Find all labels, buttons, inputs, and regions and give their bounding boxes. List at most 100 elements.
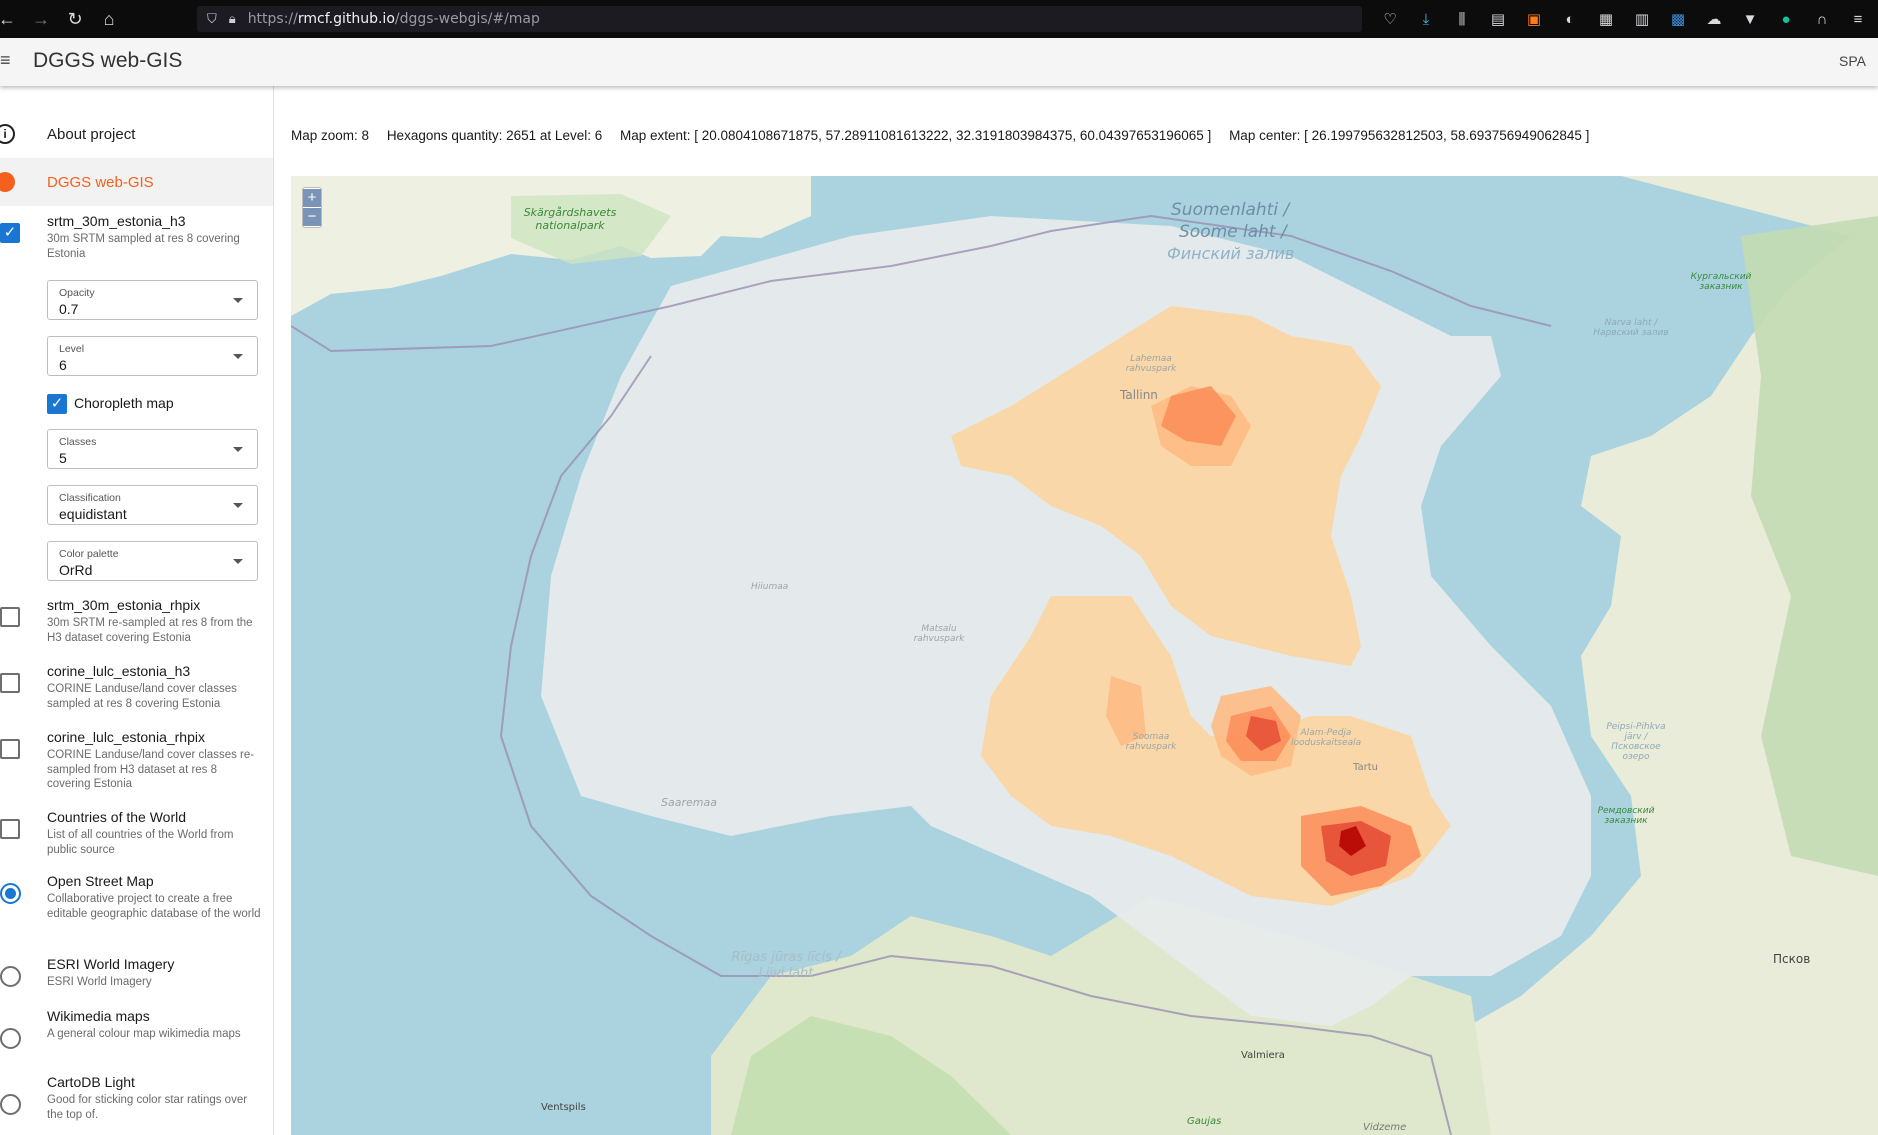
- map-info-bar: Map zoom: 8 Hexagons quantity: 2651 at L…: [291, 128, 1603, 143]
- library-icon[interactable]: ⫼: [1450, 7, 1474, 31]
- chevron-down-icon: [233, 354, 243, 359]
- pocket-icon[interactable]: ♡: [1378, 7, 1402, 31]
- basemap-radio-wikimedia[interactable]: [0, 1028, 21, 1049]
- extension-arch-icon[interactable]: ∩: [1810, 7, 1834, 31]
- download-icon[interactable]: ⤓: [1414, 7, 1438, 31]
- nav-dggs-webgis[interactable]: DGGS web-GIS: [0, 158, 273, 206]
- basemap-desc: ESRI World Imagery: [47, 976, 152, 988]
- layer-desc: List of all countries of the World from …: [47, 829, 234, 856]
- color-palette-label: Color palette: [59, 548, 119, 560]
- classes-select[interactable]: Classes 5: [47, 429, 258, 469]
- home-icon[interactable]: ⌂: [92, 0, 126, 38]
- label-hiiumaa: Hiiumaa: [751, 582, 789, 592]
- label-vidzeme: Vidzeme: [1363, 1122, 1407, 1133]
- label-tallinn: Tallinn: [1120, 388, 1158, 402]
- layer-desc: CORINE Landuse/land cover classes sample…: [47, 683, 237, 710]
- nav-about-label: About project: [47, 125, 136, 143]
- nav-dggs-label: DGGS web-GIS: [47, 173, 154, 191]
- label-skargardshavets: Skärgårdshavets nationalpark: [523, 206, 617, 232]
- label-narva-laht: Narva laht / Нарвский залив: [1593, 318, 1669, 338]
- label-riga-gulf: Rīgas jūras līcis / Liivi laht: [731, 950, 841, 981]
- reader-icon[interactable]: ▤: [1486, 7, 1510, 31]
- layer-title: corine_lulc_estonia_h3: [47, 663, 191, 679]
- browser-menu-icon[interactable]: ≡: [1846, 7, 1870, 31]
- back-icon[interactable]: ←: [0, 0, 24, 38]
- globe-icon: [0, 172, 15, 192]
- layer-title: srtm_30m_estonia_h3: [47, 213, 186, 229]
- classification-value: equidistant: [59, 506, 127, 522]
- label-matsalu: Matsalu rahvuspark: [913, 624, 965, 644]
- basemap-radio-esri[interactable]: [0, 966, 21, 987]
- color-palette-select[interactable]: Color palette OrRd: [47, 541, 258, 581]
- layer-title: Countries of the World: [47, 809, 187, 825]
- chevron-down-icon: [233, 559, 243, 564]
- label-ventspils: Ventspils: [541, 1102, 586, 1113]
- level-select[interactable]: Level 6: [47, 336, 258, 376]
- extension-orange-icon[interactable]: ▣: [1522, 7, 1546, 31]
- choropleth-checkbox[interactable]: ✓: [47, 394, 67, 414]
- map-canvas[interactable]: + − Skärgårdshavets nationalpark Suomenl…: [291, 176, 1878, 1135]
- lock-icon[interactable]: 🔒︎: [229, 11, 236, 27]
- label-remdovsky: Ремдовский заказник: [1597, 806, 1655, 826]
- nav-about-project[interactable]: i About project: [0, 112, 273, 156]
- label-suomenlahti: Suomenlahti /: [1171, 200, 1290, 220]
- extension-v-icon[interactable]: ▼: [1738, 7, 1762, 31]
- app-title: DGGS web-GIS: [33, 49, 183, 72]
- basemap-title: Open Street Map: [47, 873, 154, 889]
- label-soome-laht: Soome laht /: [1179, 222, 1287, 242]
- basemap-desc: Good for sticking color star ratings ove…: [47, 1094, 248, 1121]
- layer-desc: 30m SRTM sampled at res 8 covering Eston…: [47, 233, 240, 260]
- shield-icon[interactable]: ⛉: [207, 11, 217, 27]
- map-extent-text: Map extent: [ 20.0804108671875, 57.28911…: [619, 128, 1212, 143]
- classes-label: Classes: [59, 436, 97, 448]
- zoom-in-button[interactable]: +: [303, 189, 321, 207]
- extension-cloud-icon[interactable]: ☁: [1702, 7, 1726, 31]
- layer-checkbox-countries[interactable]: [0, 819, 20, 839]
- basemap-desc: A general colour map wikimedia maps: [47, 1028, 241, 1040]
- extension-grid-icon[interactable]: ▦: [1594, 7, 1618, 31]
- grammarly-icon[interactable]: ●: [1774, 7, 1798, 31]
- browser-extension-icons: ♡ ⤓ ⫼ ▤ ▣ ◐ ▦ ▥ ▩ ☁ ▼ ● ∩ ≡: [1378, 0, 1870, 38]
- extension-s-icon[interactable]: ▩: [1666, 7, 1690, 31]
- label-finsky-zaliv: Финский залив: [1167, 244, 1295, 263]
- classification-label: Classification: [59, 492, 121, 504]
- layer-checkbox-srtm-rhpix[interactable]: [0, 607, 20, 627]
- basemap-radio-osm[interactable]: [0, 883, 21, 904]
- reload-icon[interactable]: ↻: [58, 0, 92, 38]
- forward-icon[interactable]: →: [24, 0, 58, 38]
- label-gauja: Gaujas: [1187, 1116, 1222, 1127]
- label-valmiera: Valmiera: [1241, 1050, 1285, 1061]
- zoom-control: + −: [302, 187, 322, 228]
- choropleth-label: Choropleth map: [74, 395, 174, 411]
- color-palette-value: OrRd: [59, 562, 93, 578]
- spa-label: SPA: [1839, 53, 1866, 69]
- basemap-desc: Collaborative project to create a free e…: [47, 893, 261, 920]
- layer-checkbox-srtm-h3[interactable]: ✓: [0, 223, 20, 243]
- url-bar[interactable]: ⛉ 🔒︎ https://rmcf.github.io/dggs-webgis/…: [197, 6, 1362, 32]
- layer-title: srtm_30m_estonia_rhpix: [47, 597, 201, 613]
- browser-toolbar: ← → ↻ ⌂ ⛉ 🔒︎ https://rmcf.github.io/dggs…: [0, 0, 1878, 38]
- layer-desc: CORINE Landuse/land cover classes re-sam…: [47, 749, 255, 790]
- extension-moon-icon[interactable]: ◐: [1558, 7, 1582, 31]
- sidebar: i About project DGGS web-GIS ✓ srtm_30m_…: [0, 86, 274, 1135]
- chevron-down-icon: [233, 298, 243, 303]
- label-soomaa: Soomaa rahvuspark: [1125, 732, 1177, 752]
- map-zoom-text: Map zoom: 8: [291, 128, 370, 143]
- layer-checkbox-corine-rhpix[interactable]: [0, 739, 20, 759]
- basemap-radio-cartodb[interactable]: [0, 1094, 21, 1115]
- zoom-out-button[interactable]: −: [303, 208, 321, 226]
- level-value: 6: [59, 357, 67, 373]
- label-kurgalsky: Кургальский заказник: [1690, 272, 1752, 292]
- layer-title: corine_lulc_estonia_rhpix: [47, 729, 205, 745]
- url-text[interactable]: https://rmcf.github.io/dggs-webgis/#/map: [248, 11, 540, 27]
- url-prefix: https://: [247, 11, 298, 27]
- opacity-select[interactable]: Opacity 0.7: [47, 280, 258, 320]
- map-center-text: Map center: [ 26.199795632812503, 58.693…: [1229, 128, 1590, 143]
- basemap-title: CartoDB Light: [47, 1074, 135, 1090]
- hamburger-menu-icon[interactable]: ≡: [0, 50, 14, 72]
- classification-select[interactable]: Classification equidistant: [47, 485, 258, 525]
- label-pskov: Псков: [1773, 952, 1811, 966]
- layer-checkbox-corine-h3[interactable]: [0, 673, 20, 693]
- info-icon: i: [0, 124, 15, 144]
- extension-bars-icon[interactable]: ▥: [1630, 7, 1654, 31]
